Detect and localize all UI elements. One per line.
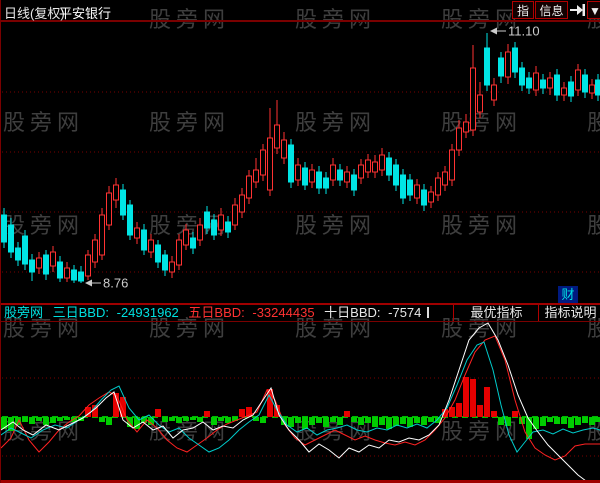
bbd10-label: 十日BBD: xyxy=(324,305,381,320)
text-cursor xyxy=(427,307,430,318)
bbd5-value: -33244435 xyxy=(252,305,315,320)
watermark-text: 股旁网 xyxy=(441,213,523,238)
watermark-text: 股旁网 xyxy=(149,213,231,238)
period-label[interactable]: 日线(复权) xyxy=(4,3,65,22)
indicator-button[interactable]: 指 xyxy=(512,1,534,19)
watermark-text: 股旁网 xyxy=(587,105,600,137)
finance-button[interactable]: 财 xyxy=(558,286,578,303)
trading-app-window: 股旁网 股旁网 股旁网 股旁网 股旁网 股旁网 股旁网 股旁网 股旁网 股旁网 股旁网 股旁网 股旁网股… xyxy=(0,0,600,483)
dropdown-arrow-icon[interactable]: ▼ xyxy=(587,1,600,19)
indicator-help-button[interactable]: 指标说明 xyxy=(538,305,600,321)
watermark-text: 股旁网 xyxy=(149,110,231,135)
watermark-text: 股旁网 xyxy=(441,419,523,444)
watermark-text: 股旁网 xyxy=(441,110,523,135)
watermark-text: 股旁网 xyxy=(295,419,377,444)
info-button[interactable]: 信息 xyxy=(535,1,568,19)
watermark-text: 股旁网 xyxy=(587,414,600,446)
watermark-text: 股旁网 xyxy=(149,419,231,444)
watermark-text: 股旁网 xyxy=(295,110,377,135)
watermark-text: 股旁网 xyxy=(295,213,377,238)
bbd10-value: -7574 xyxy=(388,305,422,320)
watermark-layer: 股旁网 股旁网 股旁网 股旁网 股旁网 股旁网 股旁网 股旁网 股旁网 股旁网 股旁网 股旁网 股旁网股… xyxy=(1,0,600,483)
indicator-source-label: 股旁网 xyxy=(4,305,44,320)
bbd3-value: -24931962 xyxy=(116,305,179,320)
skip-forward-icon[interactable] xyxy=(569,2,585,18)
watermark-text: 股旁网 xyxy=(3,419,85,444)
stock-name: 平安银行 xyxy=(59,6,112,21)
watermark-text: 股旁网 xyxy=(3,110,85,135)
best-indicator-button[interactable]: 最优指标 xyxy=(453,305,539,321)
bbd3-label: 三日BBD: xyxy=(52,305,109,320)
watermark-text: 股旁网 xyxy=(587,208,600,240)
title-bar: 日线(复权) 平安银行 指 信息 ▼ xyxy=(1,0,600,22)
bbd5-label: 五日BBD: xyxy=(188,305,245,320)
watermark-text: 股旁网 xyxy=(3,213,85,238)
indicator-header: 股旁网 三日BBD: -24931962 五日BBD: -33244435 十日… xyxy=(1,303,600,322)
